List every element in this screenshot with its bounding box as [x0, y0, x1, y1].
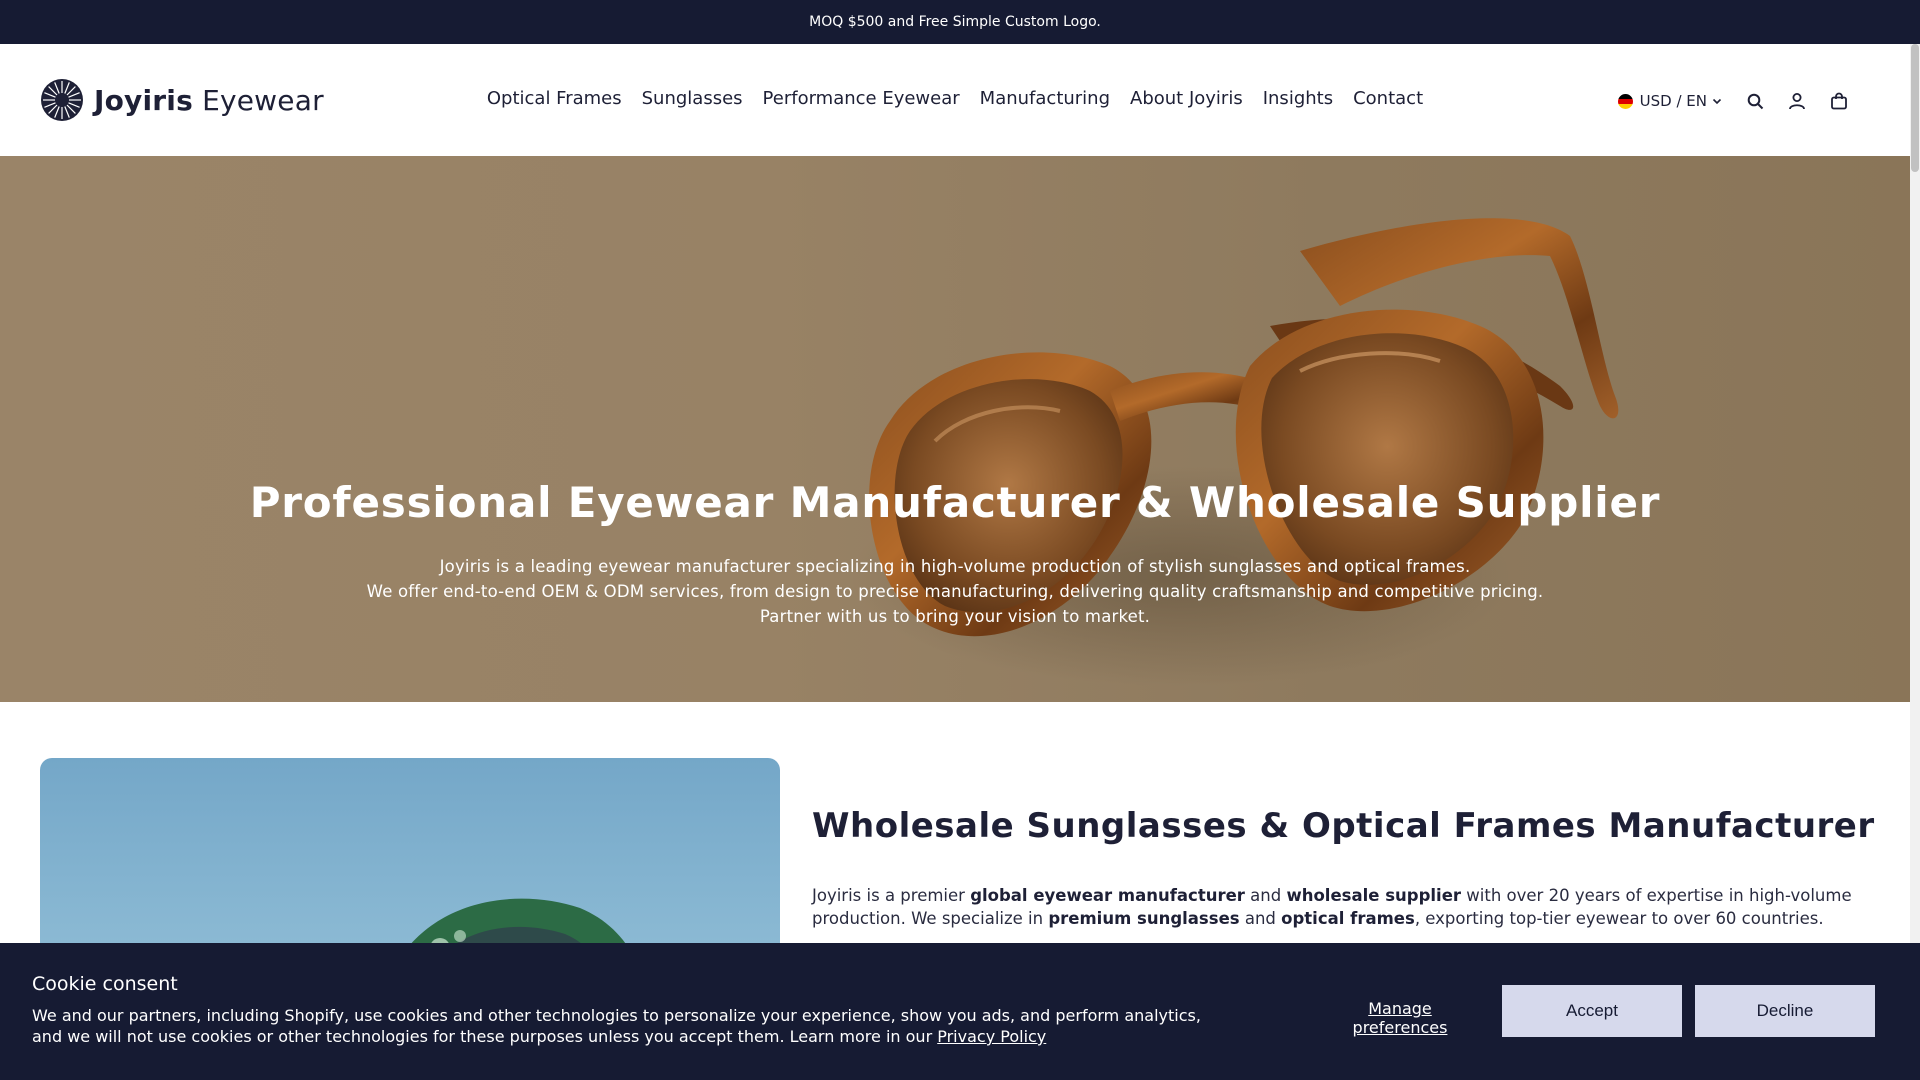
- account-button[interactable]: [1776, 86, 1818, 116]
- search-button[interactable]: [1734, 86, 1776, 116]
- search-icon: [1747, 93, 1763, 109]
- nav-manufacturing[interactable]: Manufacturing: [970, 84, 1120, 114]
- cookie-text: We and our partners, including Shopify, …: [32, 1005, 1232, 1047]
- header-tools: USD / EN: [1617, 86, 1860, 116]
- announcement-bar: MOQ $500 and Free Simple Custom Logo.: [0, 0, 1920, 44]
- cookie-title: Cookie consent: [32, 973, 178, 995]
- nav-optical-frames[interactable]: Optical Frames: [477, 84, 632, 114]
- account-icon: [1789, 93, 1805, 110]
- intro-text-part: Joyiris is a premier: [812, 886, 971, 905]
- accept-button[interactable]: Accept: [1502, 985, 1682, 1037]
- decline-button[interactable]: Decline: [1695, 985, 1875, 1037]
- announcement-text: MOQ $500 and Free Simple Custom Logo.: [809, 14, 1101, 30]
- intro-text-part: and: [1239, 909, 1282, 928]
- cookie-consent-banner: Cookie consent We and our partners, incl…: [0, 943, 1920, 1080]
- currency-selector[interactable]: USD / EN: [1617, 92, 1722, 110]
- cart-icon: [1831, 92, 1847, 110]
- manage-preferences-link[interactable]: Manage preferences: [1340, 999, 1460, 1037]
- scrollbar-thumb[interactable]: [1911, 44, 1919, 172]
- cart-button[interactable]: [1818, 86, 1860, 116]
- nav-contact[interactable]: Contact: [1343, 84, 1433, 114]
- intro-text-bold: optical frames: [1281, 909, 1415, 928]
- hero-banner: Professional Eyewear Manufacturer & Whol…: [0, 156, 1910, 702]
- hero-line-3: Partner with us to bring your vision to …: [759, 607, 1151, 626]
- site-header: Joyiris Eyewear Optical Frames Sunglasse…: [0, 44, 1910, 156]
- nav-about[interactable]: About Joyiris: [1120, 84, 1253, 114]
- hero-description: Joyiris is a leading eyewear manufacture…: [0, 554, 1910, 629]
- privacy-policy-link[interactable]: Privacy Policy: [937, 1027, 1046, 1046]
- hero-title: Professional Eyewear Manufacturer & Whol…: [249, 478, 1661, 527]
- page-scrollbar[interactable]: [1910, 44, 1920, 1080]
- intro-text-bold: wholesale supplier: [1286, 886, 1462, 905]
- germany-flag-icon: [1617, 93, 1633, 109]
- intro-text: Joyiris is a premier global eyewear manu…: [812, 884, 1872, 930]
- nav-performance-eyewear[interactable]: Performance Eyewear: [753, 84, 970, 114]
- chevron-down-icon: [1712, 98, 1722, 105]
- hero-line-1: Joyiris is a leading eyewear manufacture…: [439, 557, 1471, 576]
- hero-line-2: We offer end-to-end OEM & ODM services, …: [366, 582, 1544, 601]
- intro-text-bold: premium sunglasses: [1048, 909, 1240, 928]
- nav-sunglasses[interactable]: Sunglasses: [632, 84, 753, 114]
- currency-label: USD / EN: [1639, 92, 1707, 110]
- intro-title: Wholesale Sunglasses & Optical Frames Ma…: [812, 806, 1875, 846]
- intro-text-bold: global eyewear manufacturer: [970, 886, 1245, 905]
- nav-insights[interactable]: Insights: [1253, 84, 1343, 114]
- intro-text-part: , exporting top-tier eyewear to over 60 …: [1414, 909, 1824, 928]
- intro-text-part: and: [1244, 886, 1287, 905]
